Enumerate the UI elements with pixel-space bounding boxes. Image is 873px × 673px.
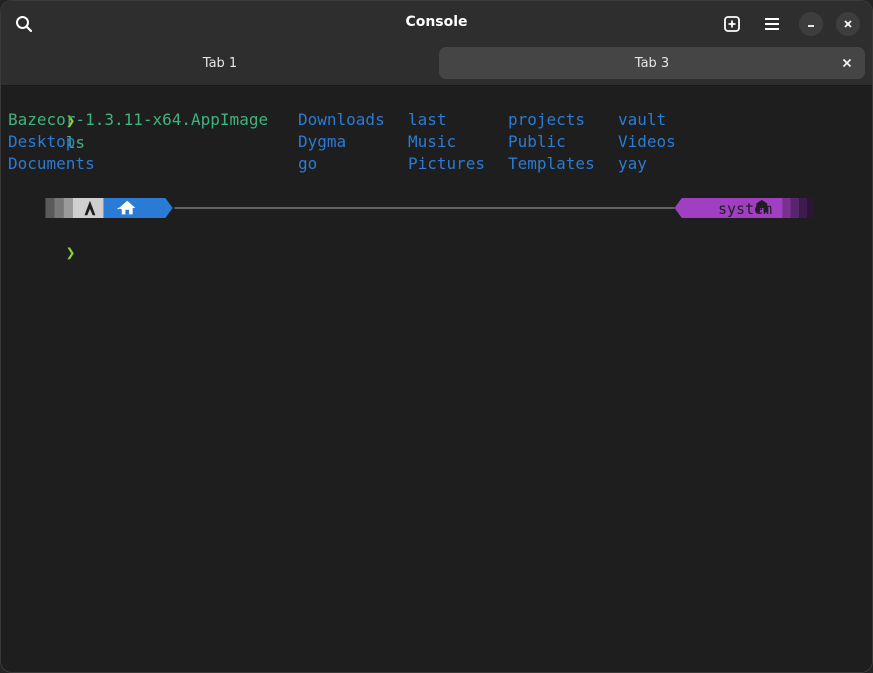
close-icon (842, 58, 852, 68)
ls-entry-directory: Desktop (8, 132, 76, 151)
ls-entry-executable: Bazecor-1.3.11-x64.AppImage (8, 110, 269, 129)
close-window-button[interactable] (836, 12, 860, 36)
minimize-icon (808, 25, 814, 27)
ls-entry-directory: projects (508, 110, 586, 129)
tab-label: Tab 1 (202, 55, 238, 71)
ls-entry-directory: Music (408, 132, 457, 151)
search-button[interactable] (8, 8, 40, 40)
new-tab-icon (724, 16, 740, 32)
tab-3[interactable]: Tab 3 (439, 47, 865, 79)
ls-entry-directory: Public (508, 132, 566, 151)
close-icon (844, 20, 852, 28)
new-tab-button[interactable] (716, 8, 748, 40)
minimize-button[interactable] (799, 12, 823, 36)
search-icon (16, 16, 33, 33)
ls-entry-directory: vault (618, 110, 667, 129)
powerline-dir: ~ (117, 201, 126, 217)
header-bar: Console (1, 1, 872, 47)
ls-entry-directory: last (408, 110, 447, 129)
ls-entry-directory: go (298, 154, 318, 173)
prompt-symbol: ❯ (65, 243, 76, 262)
tab-bar: Tab 1 Tab 3 (1, 47, 872, 86)
command-line: ❯ ls (8, 88, 85, 152)
ls-entry-directory: Templates (508, 154, 595, 173)
ls-entry-directory: Documents (8, 154, 95, 173)
terminal-output[interactable]: ❯ ls Bazecor-1.3.11-x64.AppImage Desktop… (1, 86, 872, 672)
current-prompt-line: ❯ (8, 220, 76, 262)
tab-label: Tab 3 (634, 55, 670, 71)
ls-entry-directory: Videos (618, 132, 676, 151)
menu-button[interactable] (756, 8, 788, 40)
ls-entry-directory: yay (618, 154, 647, 173)
tab-close-button[interactable] (837, 53, 857, 73)
tab-1[interactable]: Tab 1 (7, 47, 433, 79)
powerline-context: system (718, 200, 773, 218)
console-window: Console Tab 1 Tab 3 ❯ ls Bazecor-1.3.11-… (0, 0, 873, 673)
ls-entry-directory: Pictures (408, 154, 486, 173)
menu-icon (765, 18, 779, 30)
ls-entry-directory: Downloads (298, 110, 385, 129)
ls-entry-directory: Dygma (298, 132, 347, 151)
